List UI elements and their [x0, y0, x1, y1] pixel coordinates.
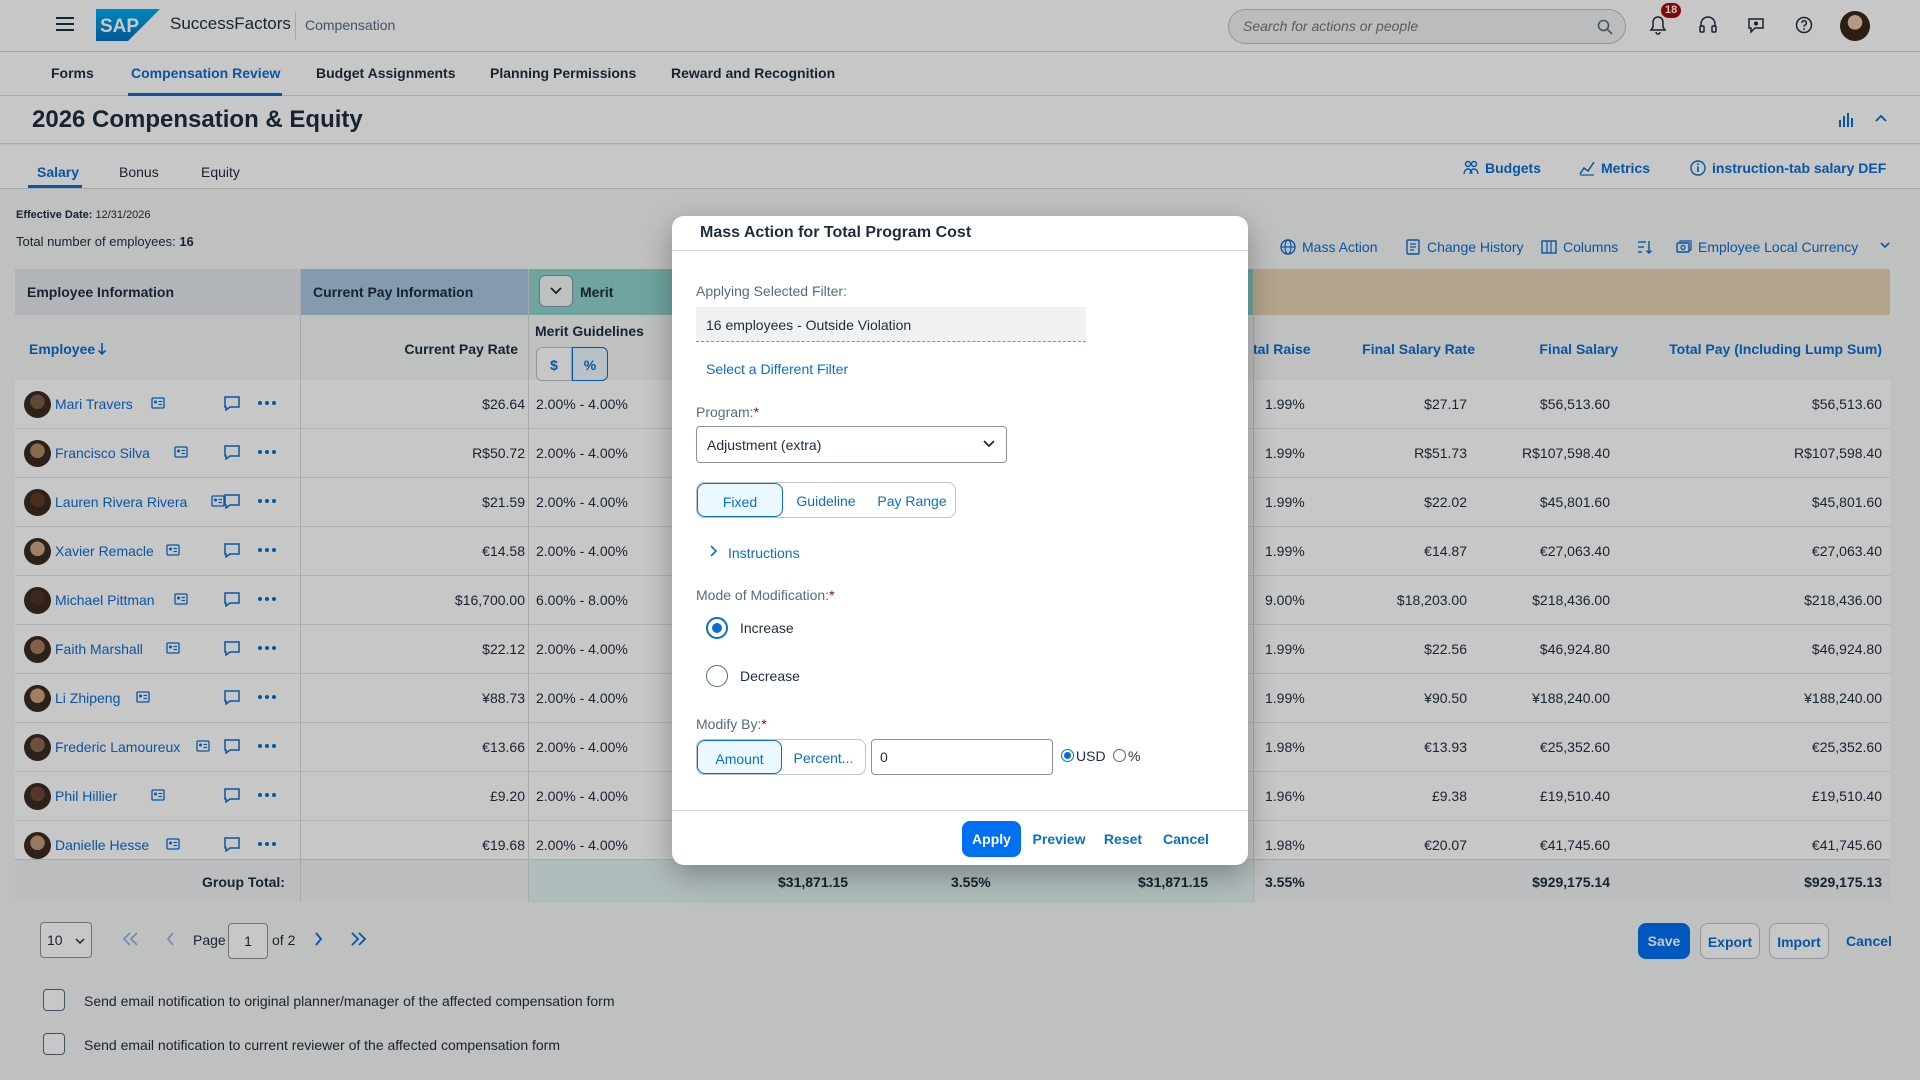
- select-different-filter-link[interactable]: Select a Different Filter: [706, 361, 848, 377]
- instructions-link[interactable]: Instructions: [728, 545, 800, 561]
- percent-radio[interactable]: [1113, 749, 1126, 762]
- decrease-label[interactable]: Decrease: [740, 668, 800, 684]
- dialog-title: Mass Action for Total Program Cost: [700, 224, 972, 241]
- usd-label[interactable]: USD: [1076, 748, 1106, 764]
- segment-fixed[interactable]: Fixed: [697, 483, 783, 517]
- program-type-segmented: Fixed Guideline Pay Range: [696, 482, 956, 518]
- modify-by-label-text: Modify By:: [696, 716, 762, 732]
- filter-label: Applying Selected Filter:: [696, 283, 847, 299]
- dialog-footer-divider: [672, 810, 1248, 811]
- required-indicator: *: [829, 587, 835, 603]
- mode-label: Mode of Modification:*: [696, 587, 835, 603]
- dialog-cancel-button[interactable]: Cancel: [1161, 821, 1211, 857]
- modify-amount-input[interactable]: [871, 739, 1053, 775]
- program-select-value: Adjustment (extra): [707, 437, 822, 453]
- chevron-right-icon[interactable]: [708, 545, 718, 557]
- segment-percent[interactable]: Percent...: [782, 740, 865, 774]
- selected-filter-field: 16 employees - Outside Violation: [696, 307, 1086, 342]
- reset-button[interactable]: Reset: [1100, 821, 1146, 857]
- increase-label[interactable]: Increase: [740, 620, 794, 636]
- percent-label[interactable]: %: [1128, 748, 1140, 764]
- apply-button[interactable]: Apply: [962, 821, 1021, 857]
- dialog-header-divider: [672, 250, 1248, 251]
- decrease-radio[interactable]: [706, 665, 728, 687]
- required-indicator: *: [761, 716, 767, 732]
- modify-by-label: Modify By:*: [696, 716, 767, 732]
- program-label: Program:*: [696, 404, 759, 420]
- chevron-down-icon: [983, 440, 995, 448]
- increase-radio[interactable]: [706, 617, 728, 639]
- segment-guideline[interactable]: Guideline: [783, 483, 869, 517]
- modify-by-segmented: Amount Percent...: [696, 739, 866, 775]
- program-label-text: Program:: [696, 404, 754, 420]
- mode-label-text: Mode of Modification:: [696, 587, 830, 603]
- segment-amount[interactable]: Amount: [697, 740, 782, 774]
- program-select[interactable]: Adjustment (extra): [696, 426, 1007, 463]
- mass-action-dialog: Mass Action for Total Program Cost Apply…: [672, 216, 1248, 865]
- usd-radio[interactable]: [1061, 749, 1074, 762]
- preview-button[interactable]: Preview: [1031, 821, 1087, 857]
- required-indicator: *: [753, 404, 760, 420]
- segment-pay-range[interactable]: Pay Range: [869, 483, 955, 517]
